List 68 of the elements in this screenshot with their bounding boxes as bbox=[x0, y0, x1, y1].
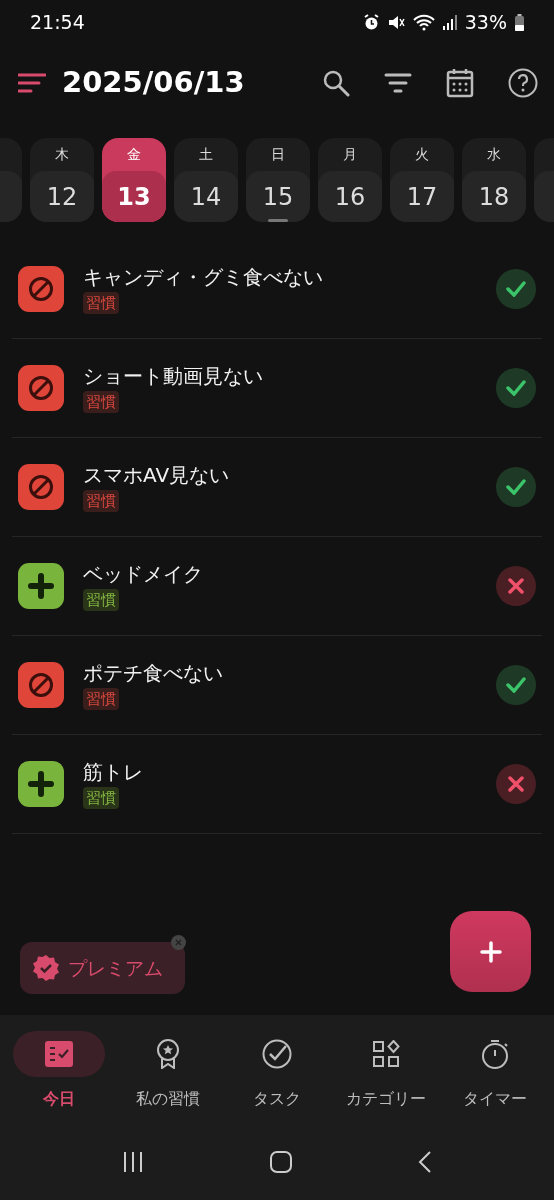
wifi-icon bbox=[412, 14, 435, 31]
nav-tab[interactable]: カテゴリー bbox=[331, 1031, 441, 1135]
clock: 21:54 bbox=[30, 10, 85, 36]
habit-name: スマホAV見ない bbox=[83, 461, 230, 488]
alarm-icon bbox=[362, 14, 380, 31]
premium-label: プレミアム bbox=[68, 955, 163, 981]
done-button[interactable] bbox=[496, 368, 536, 408]
habit-tag: 習慣 bbox=[83, 489, 119, 513]
search-button[interactable] bbox=[322, 68, 350, 97]
habit-name: ポテチ食べない bbox=[83, 659, 223, 686]
day-tab[interactable]: 土 14 bbox=[174, 138, 238, 222]
back-icon[interactable] bbox=[417, 1149, 432, 1174]
home-icon[interactable] bbox=[269, 1149, 293, 1174]
medal-icon bbox=[154, 1039, 181, 1069]
done-button[interactable] bbox=[496, 665, 536, 705]
done-button[interactable] bbox=[496, 269, 536, 309]
habit-name: ショート動画見ない bbox=[83, 362, 263, 389]
habit-tag: 習慣 bbox=[83, 786, 119, 810]
check-icon bbox=[506, 677, 526, 693]
menu-button[interactable] bbox=[18, 72, 46, 93]
battery-icon bbox=[515, 14, 524, 31]
not-done-button[interactable] bbox=[496, 764, 536, 804]
check-icon bbox=[506, 380, 526, 396]
day-tab[interactable]: 木 12 bbox=[30, 138, 94, 222]
habit-name: ベッドメイク bbox=[83, 560, 203, 587]
add-button[interactable] bbox=[450, 911, 531, 992]
close-icon bbox=[508, 578, 524, 594]
nav-tab[interactable]: 私の習慣 bbox=[113, 1031, 223, 1135]
close-icon bbox=[508, 776, 524, 792]
day-tab[interactable]: 水 18 bbox=[462, 138, 526, 222]
habit-name: キャンディ・グミ食べない bbox=[83, 263, 323, 290]
nav-tab[interactable]: タイマー bbox=[440, 1031, 550, 1135]
ban-icon bbox=[18, 266, 64, 312]
premium-chip[interactable]: プレミアム bbox=[20, 942, 185, 994]
ban-icon bbox=[18, 464, 64, 510]
stopwatch-icon bbox=[481, 1039, 510, 1069]
recent-apps-icon[interactable] bbox=[122, 1150, 145, 1173]
plus-icon bbox=[479, 940, 502, 963]
date-title: 2025/06/13 bbox=[62, 63, 246, 101]
ban-icon bbox=[18, 662, 64, 708]
signal-icon bbox=[442, 14, 457, 31]
plus-icon bbox=[18, 563, 64, 609]
done-button[interactable] bbox=[496, 467, 536, 507]
nav-tab[interactable]: タスク bbox=[222, 1031, 332, 1135]
mute-icon bbox=[387, 14, 405, 31]
battery-percent: 33% bbox=[464, 10, 507, 36]
calendar-button[interactable] bbox=[446, 67, 474, 98]
habit-tag: 習慣 bbox=[83, 588, 119, 612]
day-tab[interactable]: 金 13 bbox=[102, 138, 166, 222]
nav-tab[interactable]: 今日 bbox=[4, 1031, 114, 1135]
help-button[interactable] bbox=[508, 67, 538, 98]
check-icon bbox=[506, 479, 526, 495]
checklist-icon bbox=[43, 1040, 74, 1068]
check-circle-icon bbox=[262, 1039, 292, 1069]
filter-button[interactable] bbox=[384, 71, 412, 94]
habit-name: 筋トレ bbox=[83, 758, 143, 785]
day-tab[interactable]: 日 15 bbox=[246, 138, 310, 222]
verified-badge-icon bbox=[32, 954, 60, 982]
habit-tag: 習慣 bbox=[83, 291, 119, 315]
habit-tag: 習慣 bbox=[83, 390, 119, 414]
habit-tag: 習慣 bbox=[83, 687, 119, 711]
not-done-button[interactable] bbox=[496, 566, 536, 606]
day-tab[interactable]: 火 17 bbox=[390, 138, 454, 222]
plus-icon bbox=[18, 761, 64, 807]
ban-icon bbox=[18, 365, 64, 411]
check-icon bbox=[506, 281, 526, 297]
day-tab[interactable]: 月 16 bbox=[318, 138, 382, 222]
grid-icon bbox=[372, 1040, 401, 1068]
